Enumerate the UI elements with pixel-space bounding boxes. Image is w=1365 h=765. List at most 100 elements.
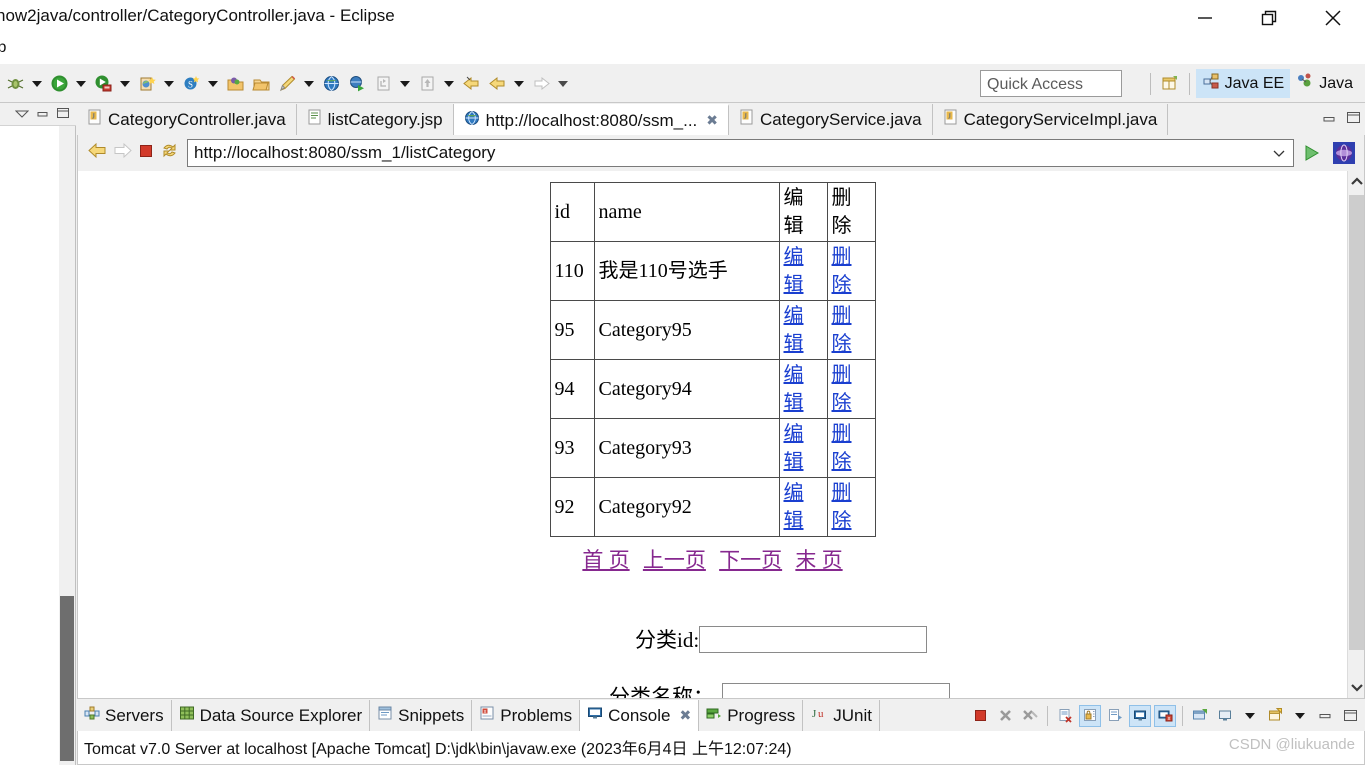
bottom-tab-progress[interactable]: Progress — [699, 700, 804, 731]
forward-nav-dropdown-icon[interactable] — [554, 64, 572, 103]
stop-icon[interactable] — [138, 143, 154, 164]
run-dropdown-icon[interactable] — [72, 64, 90, 103]
scroll-up-icon[interactable] — [1348, 171, 1365, 193]
edit-link[interactable]: 编辑 — [784, 305, 804, 355]
url-input[interactable]: http://localhost:8080/ssm_1/listCategory — [187, 139, 1294, 167]
menu-item-help[interactable]: lp — [0, 39, 6, 57]
maximize-icon[interactable] — [1339, 705, 1361, 727]
minimize-icon[interactable] — [36, 106, 49, 124]
open-resource-icon[interactable] — [248, 64, 274, 103]
minimize-button[interactable] — [1173, 0, 1237, 36]
maximize-icon[interactable] — [1346, 111, 1361, 129]
maximize-restore-button[interactable] — [1237, 0, 1301, 36]
left-panel-scroll-thumb[interactable] — [60, 596, 74, 761]
minimize-icon[interactable] — [1322, 111, 1336, 129]
console-display-icon[interactable] — [1214, 705, 1236, 727]
minimize-icon[interactable] — [1314, 705, 1336, 727]
run-coverage-dropdown-icon[interactable] — [116, 64, 134, 103]
export-icon[interactable] — [414, 64, 440, 103]
clear-console-icon[interactable] — [1054, 705, 1076, 727]
delete-link[interactable]: 删除 — [832, 364, 852, 414]
category-name-input[interactable] — [722, 682, 950, 698]
pagination-first[interactable]: 首 页 — [582, 548, 629, 572]
scroll-lock-icon[interactable] — [1079, 704, 1101, 727]
back-nav-icon[interactable] — [484, 64, 510, 103]
table-row: 92 Category92 编辑 删除 — [549, 477, 876, 537]
delete-link[interactable]: 删除 — [832, 246, 852, 296]
word-wrap-icon[interactable] — [1104, 705, 1126, 727]
bottom-tab-junit[interactable]: J u JUnit — [803, 700, 880, 731]
chevron-down-icon[interactable] — [1239, 705, 1261, 727]
run-server-icon[interactable] — [344, 64, 370, 103]
scroll-down-icon[interactable] — [1348, 676, 1365, 698]
run-coverage-icon[interactable] — [90, 64, 116, 103]
debug-icon[interactable] — [2, 64, 28, 103]
bottom-tab-problems[interactable]: x Problems — [472, 700, 581, 731]
quick-access-input[interactable]: Quick Access — [980, 70, 1122, 97]
search-dropdown-icon[interactable] — [204, 64, 222, 103]
category-id-input[interactable] — [699, 625, 928, 653]
maximize-icon[interactable] — [56, 106, 70, 124]
editor-tab-category-service-impl[interactable]: J CategoryServiceImpl.java — [932, 104, 1169, 135]
bottom-tab-servers[interactable]: Servers — [77, 700, 172, 731]
web-browser-icon[interactable] — [318, 64, 344, 103]
delete-link[interactable]: 删除 — [832, 482, 852, 532]
open-type-icon[interactable] — [222, 64, 248, 103]
pagination-prev[interactable]: 上一页 — [643, 548, 706, 572]
back-nav-dropdown-icon[interactable] — [510, 64, 528, 103]
remove-all-launches-icon[interactable] — [1019, 705, 1041, 727]
previous-annotation-icon[interactable] — [458, 64, 484, 103]
search-icon[interactable]: S — [178, 64, 204, 103]
chevron-down-icon[interactable] — [1289, 705, 1311, 727]
customize-perspective-icon[interactable] — [1157, 64, 1183, 103]
edit-dropdown-icon[interactable] — [300, 64, 318, 103]
close-button[interactable] — [1301, 0, 1365, 36]
tab-close-icon[interactable]: ✖ — [679, 707, 691, 724]
chevron-down-icon[interactable] — [1272, 146, 1289, 161]
edit-link[interactable]: 编辑 — [784, 246, 804, 296]
export-dropdown-icon[interactable] — [440, 64, 458, 103]
terminate-icon[interactable] — [969, 705, 991, 727]
open-console-icon[interactable] — [1189, 705, 1211, 727]
run-icon[interactable] — [46, 64, 72, 103]
page-scroll-thumb[interactable] — [1349, 195, 1364, 650]
perspective-java-ee[interactable]: Java EE — [1195, 69, 1291, 98]
page-scrollbar[interactable] — [1347, 171, 1364, 698]
delete-link[interactable]: 删除 — [832, 423, 852, 473]
tab-close-icon[interactable]: ✖ — [706, 112, 718, 129]
forward-icon[interactable] — [113, 142, 132, 164]
editor-tab-category-service[interactable]: J CategoryService.java — [729, 104, 933, 135]
debug-dropdown-icon[interactable] — [28, 64, 46, 103]
open-external-browser-button[interactable] — [1330, 139, 1358, 167]
remove-launch-icon[interactable] — [994, 705, 1016, 727]
edit-link[interactable]: 编辑 — [784, 423, 804, 473]
left-panel-scrollbar[interactable] — [59, 126, 75, 765]
editor-tab-category-controller[interactable]: J CategoryController.java — [77, 104, 297, 135]
editor-tab-list-category-jsp[interactable]: listCategory.jsp — [296, 104, 454, 135]
pagination-next[interactable]: 下一页 — [719, 548, 782, 572]
display-selected-console-icon[interactable]: x — [1154, 704, 1176, 727]
delete-link[interactable]: 删除 — [832, 305, 852, 355]
new-wizard-icon[interactable] — [134, 64, 160, 103]
snippets-icon — [377, 705, 393, 726]
console-output[interactable]: Tomcat v7.0 Server at localhost [Apache … — [77, 731, 1365, 765]
back-icon[interactable] — [88, 142, 107, 164]
import-icon[interactable] — [370, 64, 396, 103]
editor-tab-browser[interactable]: http://localhost:8080/ssm_... ✖ — [453, 104, 730, 135]
perspective-java[interactable]: Java — [1290, 69, 1359, 98]
edit-link[interactable]: 编辑 — [784, 364, 804, 414]
view-menu-icon[interactable] — [14, 106, 30, 124]
refresh-icon[interactable] — [160, 142, 179, 164]
go-button[interactable] — [1296, 144, 1328, 162]
bottom-tab-console[interactable]: Console ✖ — [580, 700, 700, 731]
forward-nav-icon[interactable] — [528, 64, 554, 103]
pin-console-icon[interactable] — [1129, 704, 1151, 727]
new-console-view-icon[interactable] — [1264, 705, 1286, 727]
edit-link[interactable]: 编辑 — [784, 482, 804, 532]
bottom-tab-data-source-explorer[interactable]: Data Source Explorer — [172, 700, 371, 731]
bottom-tab-snippets[interactable]: Snippets — [370, 700, 473, 731]
new-wizard-dropdown-icon[interactable] — [160, 64, 178, 103]
pagination-last[interactable]: 末 页 — [795, 548, 842, 572]
edit-pencil-icon[interactable] — [274, 64, 300, 103]
import-dropdown-icon[interactable] — [396, 64, 414, 103]
